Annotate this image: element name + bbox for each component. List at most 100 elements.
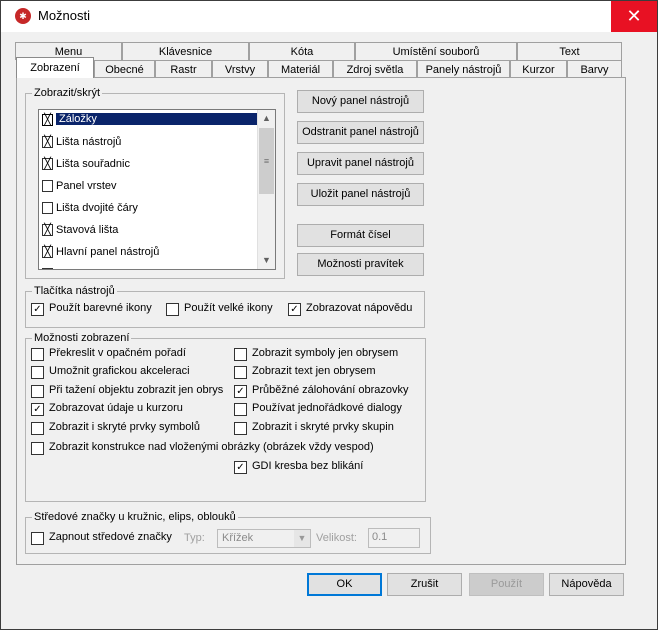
checkbox-checked-icon[interactable]: ✓ bbox=[31, 303, 44, 316]
size-label: Velikost: bbox=[316, 532, 357, 544]
list-item-label: Panel vrstev bbox=[56, 180, 117, 192]
tab-light-source[interactable]: Zdroj světla bbox=[333, 60, 417, 78]
type-label: Typ: bbox=[184, 532, 205, 544]
list-item-main-toolbar[interactable]: ╳ Hlavní panel nástrojů bbox=[39, 242, 257, 264]
tab-colors[interactable]: Barvy bbox=[567, 60, 622, 78]
tab-dimension[interactable]: Kóta bbox=[249, 42, 355, 60]
checkbox-unchecked-icon[interactable] bbox=[234, 348, 247, 361]
checkbox-checked-icon[interactable]: ╳ bbox=[42, 224, 53, 236]
ok-button[interactable]: OK bbox=[307, 573, 382, 596]
type-select[interactable]: Křížek ▼ bbox=[217, 529, 311, 548]
checkbox-checked-icon[interactable]: ✓ bbox=[288, 303, 301, 316]
center-marks-legend: Středové značky u kružnic, elips, oblouk… bbox=[34, 511, 236, 523]
list-scrollbar[interactable]: ▲ ≡ ▼ bbox=[257, 110, 275, 269]
checkbox-checked-icon[interactable]: ╳ bbox=[42, 114, 53, 126]
save-toolbar-button[interactable]: Uložit panel nástrojů bbox=[297, 183, 424, 206]
list-item-toolbar[interactable]: ╳ Lišta nástrojů bbox=[39, 132, 257, 154]
tab-layers[interactable]: Vrstvy bbox=[212, 60, 268, 78]
checkbox-unchecked-icon[interactable] bbox=[31, 366, 44, 379]
color-icons-checkbox[interactable]: ✓ Použít barevné ikony bbox=[31, 301, 171, 317]
apply-button[interactable]: Použít bbox=[469, 573, 544, 596]
construction-over-images-checkbox[interactable]: Zobrazit konstrukce nad vloženými obrázk… bbox=[31, 440, 374, 456]
single-line-dialogs-checkbox[interactable]: Používat jednořádkové dialogy bbox=[234, 401, 419, 417]
new-toolbar-button[interactable]: Nový panel nástrojů bbox=[297, 90, 424, 113]
checkbox-label: Zobrazovat údaje u kurzoru bbox=[49, 402, 183, 414]
checkbox-unchecked-icon[interactable] bbox=[166, 303, 179, 316]
checkbox-checked-icon[interactable]: ✓ bbox=[234, 461, 247, 474]
hidden-symbol-parts-checkbox[interactable]: Zobrazit i skryté prvky symbolů bbox=[31, 420, 226, 436]
ruler-options-button[interactable]: Možnosti pravítek bbox=[297, 253, 424, 276]
tab-material[interactable]: Materiál bbox=[268, 60, 333, 78]
scroll-thumb[interactable]: ≡ bbox=[259, 128, 274, 194]
remove-toolbar-button[interactable]: Odstranit panel nástrojů bbox=[297, 121, 424, 144]
scroll-up-icon[interactable]: ▲ bbox=[258, 110, 275, 127]
symbol-outline-checkbox[interactable]: Zobrazit symboly jen obrysem bbox=[234, 346, 419, 362]
checkbox-unchecked-icon[interactable] bbox=[31, 348, 44, 361]
list-item-status-bar[interactable]: ╳ Stavová lišta bbox=[39, 220, 257, 242]
tab-toolbars[interactable]: Panely nástrojů bbox=[417, 60, 510, 78]
graphics-accel-checkbox[interactable]: Umožnit grafickou akceleraci bbox=[31, 364, 226, 380]
checkbox-checked-icon[interactable]: ✓ bbox=[234, 385, 247, 398]
text-outline-checkbox[interactable]: Zobrazit text jen obrysem bbox=[234, 364, 419, 380]
tab-cursor[interactable]: Kurzor bbox=[510, 60, 567, 78]
hidden-group-parts-checkbox[interactable]: Zobrazit i skryté prvky skupin bbox=[234, 420, 419, 436]
checkbox-label: Zobrazit text jen obrysem bbox=[252, 365, 376, 377]
list-item-label: Záložky bbox=[56, 113, 257, 125]
drag-outline-checkbox[interactable]: Při tažení objektu zobrazit jen obrys bbox=[31, 383, 226, 399]
redraw-reverse-checkbox[interactable]: Překreslit v opačném pořadí bbox=[31, 346, 226, 362]
size-input[interactable]: 0.1 bbox=[368, 528, 420, 548]
show-tooltips-checkbox[interactable]: ✓ Zobrazovat nápovědu bbox=[288, 301, 418, 317]
close-button[interactable]: ✕ bbox=[611, 1, 657, 32]
checkbox-unchecked-icon[interactable] bbox=[31, 422, 44, 435]
checkbox-unchecked-icon[interactable] bbox=[31, 532, 44, 545]
checkbox-checked-icon[interactable]: ╳ bbox=[42, 136, 53, 148]
tab-keyboard[interactable]: Klávesnice bbox=[122, 42, 249, 60]
checkbox-unchecked-icon[interactable] bbox=[42, 202, 53, 214]
large-icons-checkbox[interactable]: Použít velké ikony bbox=[166, 301, 286, 317]
checkbox-unchecked-icon[interactable] bbox=[42, 268, 53, 269]
list-item-label: Lišta souřadnic bbox=[56, 158, 130, 170]
tab-grid[interactable]: Rastr bbox=[155, 60, 212, 78]
checkbox-unchecked-icon[interactable] bbox=[234, 366, 247, 379]
center-marks-checkbox[interactable]: Zapnout středové značky bbox=[31, 530, 176, 546]
checkbox-unchecked-icon[interactable] bbox=[31, 442, 44, 455]
checkbox-label: Průběžné zálohování obrazovky bbox=[252, 384, 409, 396]
gdi-no-flicker-checkbox[interactable]: ✓ GDI kresba bez blikání bbox=[234, 459, 419, 475]
tab-general[interactable]: Obecné bbox=[94, 60, 155, 78]
checkbox-checked-icon[interactable]: ╳ bbox=[42, 158, 53, 170]
checkbox-unchecked-icon[interactable] bbox=[234, 403, 247, 416]
list-item-partial[interactable] bbox=[39, 264, 257, 269]
checkbox-label: Zobrazit i skryté prvky skupin bbox=[252, 421, 394, 433]
checkbox-label: Používat jednořádkové dialogy bbox=[252, 402, 402, 414]
tab-display[interactable]: Zobrazení bbox=[16, 57, 94, 78]
cursor-info-checkbox[interactable]: ✓ Zobrazovat údaje u kurzoru bbox=[31, 401, 226, 417]
edit-toolbar-button[interactable]: Upravit panel nástrojů bbox=[297, 152, 424, 175]
checkbox-label: Zapnout středové značky bbox=[49, 531, 172, 543]
tab-file-locations[interactable]: Umístění souborů bbox=[355, 42, 517, 60]
checkbox-unchecked-icon[interactable] bbox=[42, 180, 53, 192]
tool-buttons-legend: Tlačítka nástrojů bbox=[34, 285, 115, 297]
help-button[interactable]: Nápověda bbox=[549, 573, 624, 596]
checkbox-unchecked-icon[interactable] bbox=[31, 385, 44, 398]
chevron-down-icon[interactable]: ▼ bbox=[294, 530, 310, 547]
number-format-button[interactable]: Formát čísel bbox=[297, 224, 424, 247]
checkbox-checked-icon[interactable]: ✓ bbox=[31, 403, 44, 416]
checkbox-label: Zobrazit i skryté prvky symbolů bbox=[49, 421, 200, 433]
list-item-bookmarks[interactable]: ╳ Záložky bbox=[39, 110, 257, 132]
checkbox-label: Umožnit grafickou akceleraci bbox=[49, 365, 190, 377]
continuous-backup-checkbox[interactable]: ✓ Průběžné zálohování obrazovky bbox=[234, 383, 419, 399]
cancel-button[interactable]: Zrušit bbox=[387, 573, 462, 596]
tab-text[interactable]: Text bbox=[517, 42, 622, 60]
list-item-double-line-bar[interactable]: Lišta dvojité čáry bbox=[39, 198, 257, 220]
checkbox-label: Zobrazit konstrukce nad vloženými obrázk… bbox=[49, 441, 374, 453]
window-title: Možnosti bbox=[38, 8, 91, 23]
checkbox-unchecked-icon[interactable] bbox=[234, 422, 247, 435]
scroll-down-icon[interactable]: ▼ bbox=[258, 252, 275, 269]
list-item-coordinates-bar[interactable]: ╳ Lišta souřadnic bbox=[39, 154, 257, 176]
list-item-label: Lišta nástrojů bbox=[56, 136, 122, 148]
list-item-label: Hlavní panel nástrojů bbox=[56, 246, 160, 258]
checkbox-checked-icon[interactable]: ╳ bbox=[42, 246, 53, 258]
list-item-layers-panel[interactable]: Panel vrstev bbox=[39, 176, 257, 198]
show-hide-list[interactable]: ╳ Záložky ╳ Lišta nástrojů ╳ Lišta souřa… bbox=[38, 109, 276, 270]
checkbox-label: Při tažení objektu zobrazit jen obrys bbox=[49, 384, 224, 396]
